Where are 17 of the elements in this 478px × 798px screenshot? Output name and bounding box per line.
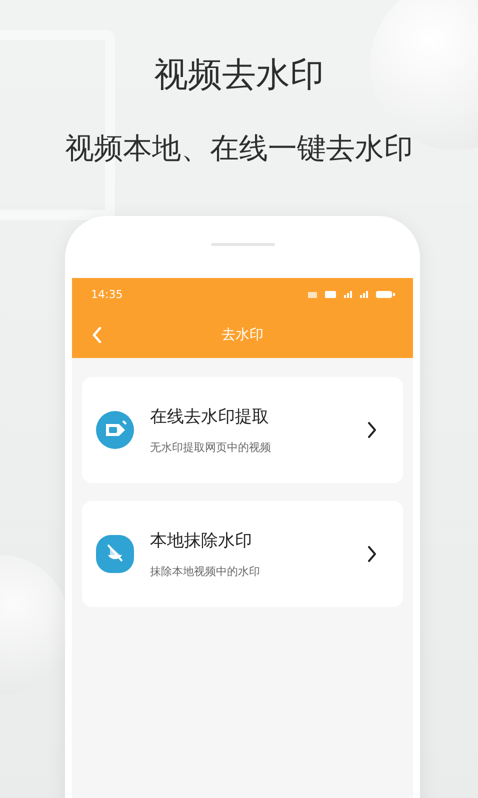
option-card[interactable]: 本地抹除水印 抹除本地视频中的水印 (82, 501, 403, 607)
subtitle: 视频本地、在线一键去水印 (65, 130, 413, 167)
eraser-icon (96, 535, 134, 573)
status-time: 14:35 (91, 288, 123, 301)
video-tag-icon (96, 411, 134, 449)
headline: 视频去水印 (154, 54, 324, 97)
option-description: 无水印提取网页中的视频 (150, 440, 272, 455)
chevron-icon (367, 546, 377, 562)
option-title: 在线去水印提取 (150, 406, 270, 428)
signal-icon (344, 291, 352, 298)
screen-title: 去水印 (222, 326, 264, 344)
signal-icon (360, 291, 368, 298)
battery-icon (376, 291, 395, 298)
option-description: 抹除本地视频中的水印 (150, 564, 261, 579)
option-card[interactable]: 在线去水印提取 无水印提取网页中的视频 (82, 377, 403, 483)
option-title: 本地抹除水印 (150, 530, 253, 552)
chevron-icon (367, 422, 377, 438)
